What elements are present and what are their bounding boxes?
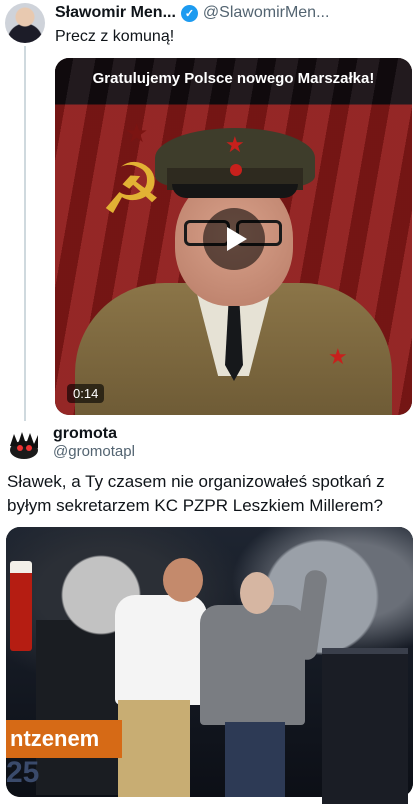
banner-orange-text: ntzenem	[6, 720, 122, 758]
lapel-star-icon: ★	[328, 344, 348, 369]
verified-badge-icon: ✓	[180, 4, 198, 22]
tweet2-header: gromota @gromotapl	[53, 425, 135, 461]
author-name-2[interactable]: gromota	[53, 425, 135, 443]
person-left-shirt	[115, 595, 207, 705]
hammer-sickle-icon: ☭	[100, 150, 163, 228]
person-right-pants	[225, 722, 285, 797]
play-icon	[226, 227, 247, 251]
video-banner-text: Gratulujemy Polsce nowego Marszałka!	[92, 70, 375, 87]
thread-line	[24, 46, 26, 421]
author-avatar-2[interactable]	[4, 424, 44, 464]
video-duration: 0:14	[67, 384, 105, 403]
beer-glass	[10, 561, 32, 651]
avatar-creature-icon	[10, 432, 38, 459]
person-left-pants	[118, 700, 190, 797]
author-handle[interactable]: @SlawomirMen...	[203, 4, 330, 22]
tweet-header: Sławomir Men... ✓ @SlawomirMen...	[55, 4, 329, 22]
tweet-text-2: Sławek, a Ty czasem nie organizowałeś sp…	[7, 472, 385, 515]
cap-star-icon: ★	[225, 132, 245, 157]
person-right-head	[240, 572, 274, 614]
author-avatar[interactable]	[5, 3, 45, 43]
tweet-text: Precz z komuną!	[55, 28, 175, 45]
play-button[interactable]	[203, 208, 265, 270]
podium	[322, 648, 408, 804]
person-left-head	[163, 558, 203, 602]
cap-visor	[172, 184, 298, 198]
person-right-jacket	[200, 605, 305, 725]
banner-number: 25	[6, 756, 40, 789]
author-handle-2[interactable]: @gromotapl	[53, 443, 135, 461]
flag-star-icon: ★	[125, 118, 149, 148]
author-name[interactable]: Sławomir Men...	[55, 4, 176, 22]
tweet-video[interactable]: Gratulujemy Polsce nowego Marszałka! ★ ☭…	[55, 58, 412, 415]
cap-badge	[230, 164, 242, 176]
